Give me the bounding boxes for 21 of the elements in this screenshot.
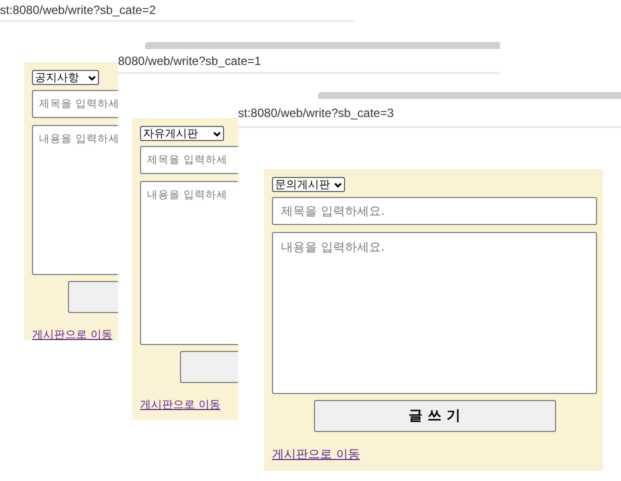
board-link[interactable]: 게시판으로 이동: [32, 327, 112, 340]
address-text: st:8080/web/write?sb_cate=3: [238, 106, 394, 120]
chevron-icon: [88, 74, 96, 80]
board-link[interactable]: 게시판으로 이동: [272, 446, 360, 463]
submit-button[interactable]: [180, 351, 238, 383]
address-text: st:8080/web/write?sb_cate=2: [0, 3, 156, 17]
title-field[interactable]: 제목을 입력하세: [32, 90, 118, 118]
chevron-icon: [213, 130, 221, 136]
submit-button[interactable]: 글 쓰 기: [314, 400, 556, 432]
submit-button[interactable]: [68, 281, 118, 313]
category-select[interactable]: 자유게시판: [140, 126, 224, 141]
chevron-icon: [334, 182, 342, 188]
board-link[interactable]: 게시판으로 이동: [140, 397, 220, 412]
category-select[interactable]: 문의게시판: [272, 177, 345, 192]
address-text: 8080/web/write?sb_cate=1: [118, 54, 262, 68]
title-field[interactable]: 제목을 입력하세요.: [272, 197, 597, 225]
content-field[interactable]: 내용을 입력하세요.: [272, 232, 597, 394]
title-field[interactable]: 제목을 입력하세: [140, 146, 238, 174]
content-field[interactable]: 내용을 입력하세: [32, 125, 118, 275]
content-field[interactable]: 내용을 입력하세: [140, 181, 238, 345]
category-select[interactable]: 공지사항: [32, 70, 99, 85]
